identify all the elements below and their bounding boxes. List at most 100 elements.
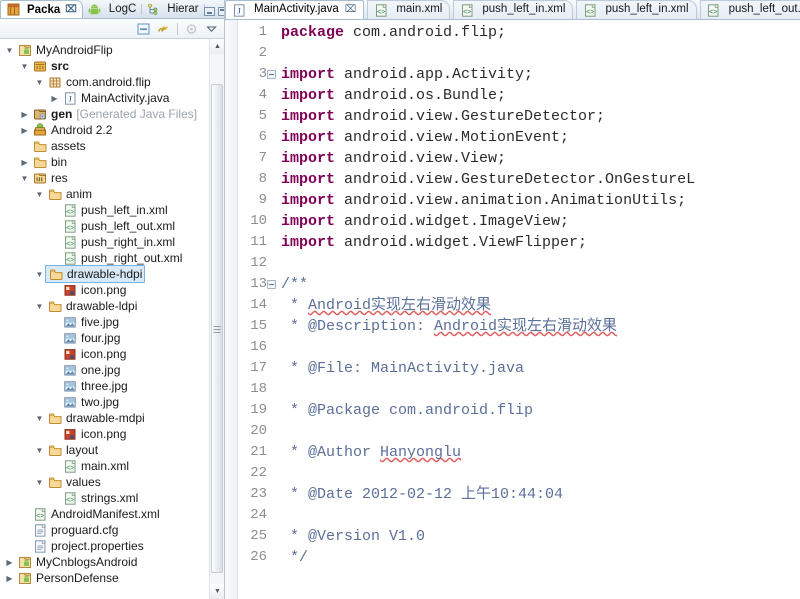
close-icon[interactable]: ⌧ — [65, 4, 77, 15]
code-line[interactable]: * Android实现左右滑动效果 — [279, 295, 800, 316]
fold-collapse-icon[interactable] — [267, 280, 276, 289]
editor-tab-push-left-in-xml[interactable]: <> push_left_in.xml — [453, 0, 574, 19]
tree-item-com-android-flip[interactable]: ▼ com.android.flip — [0, 74, 224, 90]
editor-tab-push-left-in-xml[interactable]: <> push_left_in.xml — [576, 0, 697, 19]
code-line[interactable]: import android.view.View; — [279, 148, 800, 169]
focus-on-active-task-button[interactable] — [183, 21, 200, 37]
code-line[interactable]: import android.view.MotionEvent; — [279, 127, 800, 148]
tree-item-main-xml[interactable]: <> main.xml — [0, 458, 224, 474]
source-text[interactable]: package com.android.flip; import android… — [279, 20, 800, 599]
tree-item-anim[interactable]: ▼ anim — [0, 186, 224, 202]
scroll-down-icon[interactable]: ▼ — [210, 584, 224, 599]
tree-item-myandroidflip[interactable]: ▼ MyAndroidFlip — [0, 42, 224, 58]
tree-item-push-right-in-xml[interactable]: <> push_right_in.xml — [0, 234, 224, 250]
tree-item-five-jpg[interactable]: five.jpg — [0, 314, 224, 330]
tree-item-one-jpg[interactable]: one.jpg — [0, 362, 224, 378]
code-line[interactable]: import android.widget.ViewFlipper; — [279, 232, 800, 253]
code-line[interactable]: package com.android.flip; — [279, 22, 800, 43]
tree-item-icon-png[interactable]: icon.png — [0, 346, 224, 362]
tree-item-project-properties[interactable]: project.properties — [0, 538, 224, 554]
link-with-editor-button[interactable] — [155, 21, 172, 37]
code-line[interactable]: * @Description: Android实现左右滑动效果 — [279, 316, 800, 337]
tree-item-persondefense[interactable]: ▶ PersonDefense — [0, 570, 224, 586]
expand-arrow-down-icon[interactable]: ▼ — [34, 186, 45, 202]
expand-arrow-right-icon[interactable]: ▶ — [19, 154, 30, 170]
close-icon[interactable]: ⌧ — [345, 5, 357, 15]
tree-item-drawable-hdpi[interactable]: ▼ drawable-hdpi — [0, 265, 224, 283]
tree-item-icon-png[interactable]: icon.png — [0, 282, 224, 298]
tree-item-push-left-out-xml[interactable]: <> push_left_out.xml — [0, 218, 224, 234]
code-line[interactable]: import android.app.Activity; — [279, 64, 800, 85]
tree-item-drawable-ldpi[interactable]: ▼ drawable-ldpi — [0, 298, 224, 314]
code-editor[interactable]: 1 2 3 4 5 6 7 8 9 10 11 12 13 14 15 16 17 18 19 20 21 22 23 24 2… — [225, 20, 800, 599]
tree-vertical-scrollbar[interactable]: ▲ ▼ — [209, 39, 224, 599]
tree-item-proguard-cfg[interactable]: proguard.cfg — [0, 522, 224, 538]
expand-arrow-down-icon[interactable]: ▼ — [19, 58, 30, 74]
tree-item-push-right-out-xml[interactable]: <> push_right_out.xml — [0, 250, 224, 266]
tree-item-layout[interactable]: ▼ layout — [0, 442, 224, 458]
tree-item-bin[interactable]: ▶ bin — [0, 154, 224, 170]
expand-arrow-right-icon[interactable]: ▶ — [19, 122, 30, 138]
tree-item-mainactivity-java[interactable]: ▶ J MainActivity.java — [0, 90, 224, 106]
code-line[interactable] — [279, 421, 800, 442]
tree-item-androidmanifest-xml[interactable]: <> AndroidManifest.xml — [0, 506, 224, 522]
editor-tab-mainactivity-java[interactable]: J MainActivity.java ⌧ — [225, 0, 365, 19]
code-line[interactable]: import android.os.Bundle; — [279, 85, 800, 106]
folding-ruler[interactable] — [268, 20, 279, 599]
code-line[interactable]: * @File: MainActivity.java — [279, 358, 800, 379]
fold-collapse-icon[interactable] — [267, 70, 276, 79]
tree-item-three-jpg[interactable]: three.jpg — [0, 378, 224, 394]
expand-arrow-down-icon[interactable]: ▼ — [34, 266, 45, 282]
tree-item-res[interactable]: ▼ res — [0, 170, 224, 186]
scroll-up-icon[interactable]: ▲ — [210, 39, 224, 54]
code-line[interactable]: import android.view.GestureDetector; — [279, 106, 800, 127]
code-line[interactable]: */ — [279, 547, 800, 568]
tree-item-icon-png[interactable]: icon.png — [0, 426, 224, 442]
expand-arrow-down-icon[interactable]: ▼ — [34, 474, 45, 490]
code-line[interactable]: import android.view.GestureDetector.OnGe… — [279, 169, 800, 190]
expand-arrow-right-icon[interactable]: ▶ — [4, 554, 15, 570]
code-line[interactable] — [279, 253, 800, 274]
editor-tab-main-xml[interactable]: <> main.xml — [367, 0, 451, 19]
tree-item-two-jpg[interactable]: two.jpg — [0, 394, 224, 410]
expand-arrow-down-icon[interactable]: ▼ — [34, 442, 45, 458]
code-line[interactable]: * @Version V1.0 — [279, 526, 800, 547]
code-line[interactable]: * @Date 2012-02-12 上午10:44:04 — [279, 484, 800, 505]
tree-item-strings-xml[interactable]: <> strings.xml — [0, 490, 224, 506]
tree-item-push-left-in-xml[interactable]: <> push_left_in.xml — [0, 202, 224, 218]
tree-item-drawable-mdpi[interactable]: ▼ drawable-mdpi — [0, 410, 224, 426]
expand-arrow-down-icon[interactable]: ▼ — [34, 74, 45, 90]
code-line[interactable] — [279, 379, 800, 400]
editor-tab-push-left-out-xml[interactable]: <> push_left_out.xml — [699, 0, 800, 19]
code-line[interactable]: * @Author Hanyonglu — [279, 442, 800, 463]
expand-arrow-down-icon[interactable]: ▼ — [19, 170, 30, 186]
expand-arrow-right-icon[interactable]: ▶ — [49, 90, 60, 106]
tree-item-mycnblogsandroid[interactable]: ▶ MyCnblogsAndroid — [0, 554, 224, 570]
tree-item-four-jpg[interactable]: four.jpg — [0, 330, 224, 346]
view-tab-package-explorer[interactable]: Packa ⌧ — [0, 0, 83, 18]
code-line[interactable] — [279, 43, 800, 64]
tree-item-gen[interactable]: ▶ gen [Generated Java Files] — [0, 106, 224, 122]
minimize-view-button[interactable] — [203, 7, 215, 16]
view-menu-button[interactable] — [203, 21, 220, 37]
tree-item-android-2-2[interactable]: ▶ Android 2.2 — [0, 122, 224, 138]
annotation-ruler[interactable] — [225, 20, 238, 599]
tree-item-assets[interactable]: assets — [0, 138, 224, 154]
code-line[interactable] — [279, 505, 800, 526]
tree-item-values[interactable]: ▼ values — [0, 474, 224, 490]
code-line[interactable] — [279, 463, 800, 484]
expand-arrow-down-icon[interactable]: ▼ — [4, 42, 15, 58]
scrollbar-thumb[interactable] — [211, 84, 223, 573]
expand-arrow-down-icon[interactable]: ▼ — [34, 410, 45, 426]
code-line[interactable]: * @Package com.android.flip — [279, 400, 800, 421]
collapse-all-button[interactable] — [135, 21, 152, 37]
code-line[interactable] — [279, 337, 800, 358]
view-tab-logcat[interactable]: LogC — [83, 0, 142, 18]
tree-item-src[interactable]: ▼ src — [0, 58, 224, 74]
expand-arrow-right-icon[interactable]: ▶ — [4, 570, 15, 586]
expand-arrow-down-icon[interactable]: ▼ — [34, 298, 45, 314]
code-line[interactable]: import android.view.animation.AnimationU… — [279, 190, 800, 211]
code-line[interactable]: import android.widget.ImageView; — [279, 211, 800, 232]
view-tab-hierarchy[interactable]: Hierar — [141, 0, 205, 18]
maximize-view-button[interactable] — [217, 7, 224, 16]
